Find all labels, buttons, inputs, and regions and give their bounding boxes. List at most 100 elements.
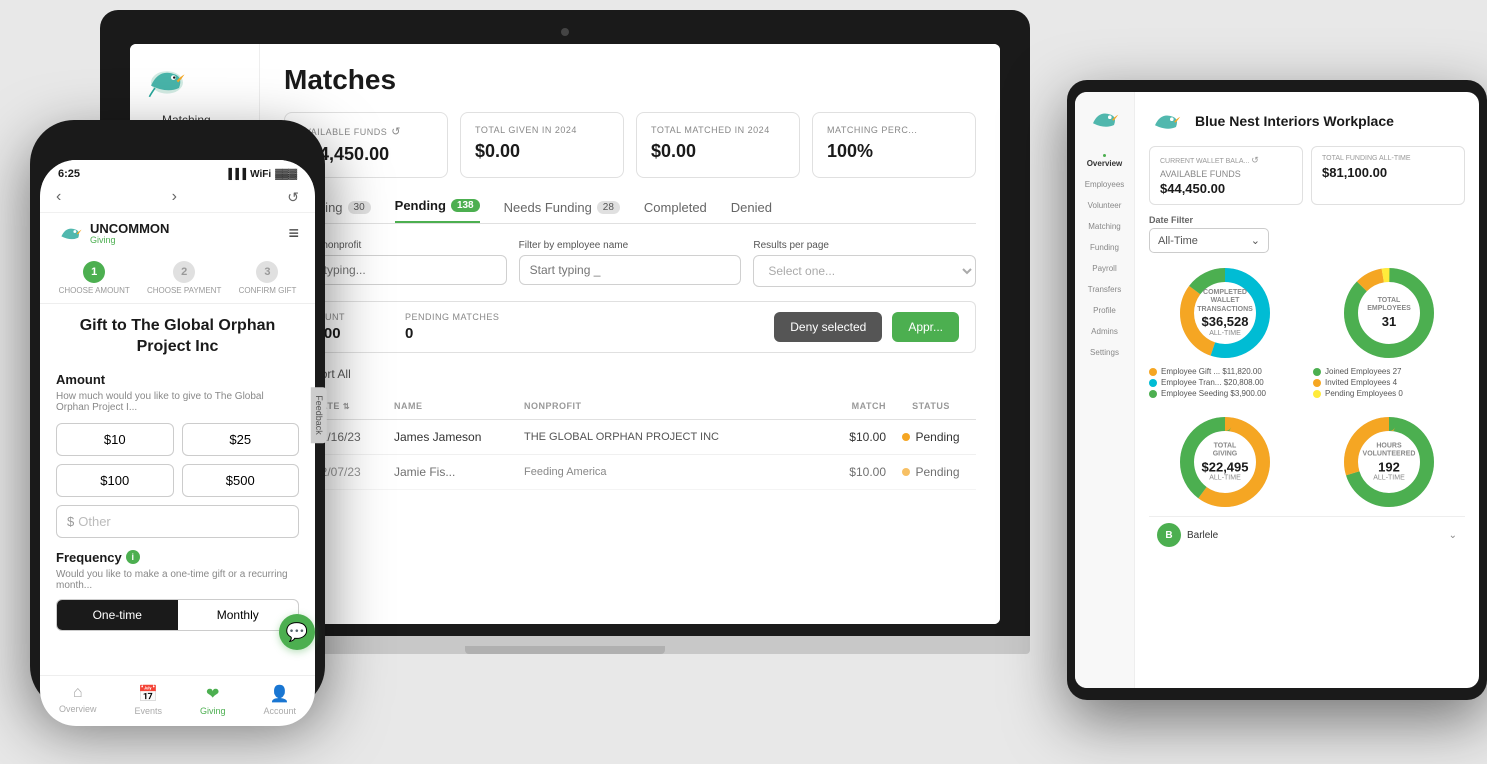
phone-nav-events[interactable]: 📅 Events [134, 684, 162, 716]
chat-bubble-button[interactable]: 💬 [279, 614, 315, 650]
frequency-help-text: Would you like to make a one-time gift o… [56, 569, 299, 591]
step-confirm-gift[interactable]: 3 CONFIRM GIFT [239, 261, 297, 295]
date-filter-select[interactable]: All-Time ⌄ [1149, 228, 1269, 253]
freq-one-time-button[interactable]: One-time [57, 600, 178, 630]
filter-results: Results per page Select one... [753, 240, 976, 287]
phone-nav-overview[interactable]: ⌂ Overview [59, 684, 97, 716]
tablet-nav-payroll[interactable]: Payroll [1075, 260, 1134, 277]
tablet-nav-profile[interactable]: Profile [1075, 302, 1134, 319]
phone-bottom-nav: ⌂ Overview 📅 Events ❤ Giving 👤 Account [40, 675, 315, 726]
tablet-stat-wallet: CURRENT WALLET BALA... ↺ AVAILABLE FUNDS… [1149, 146, 1303, 205]
info-icon: i [126, 550, 140, 564]
tablet-nav-matching[interactable]: Matching [1075, 218, 1134, 235]
back-nav-icon[interactable]: ‹ [56, 188, 61, 206]
tablet-sidebar: Overview Employees Volunteer Matching Fu… [1075, 92, 1135, 688]
refresh-icon[interactable]: ↺ [1251, 155, 1259, 165]
amount-25-button[interactable]: $25 [182, 423, 300, 456]
deny-selected-button[interactable]: Deny selected [774, 312, 882, 342]
battery-icon: ▓▓▓ [275, 169, 297, 180]
amount-other-input[interactable]: $ Other [56, 505, 299, 538]
tablet-stat-total-funding: TOTAL FUNDING ALL-TIME $81,100.00 [1311, 146, 1465, 205]
tab-needs-funding[interactable]: Needs Funding 28 [504, 200, 620, 223]
filters-row: Filter by nonprofit Filter by employee n… [284, 240, 976, 287]
app-logo: UNCOMMON Giving [56, 221, 169, 245]
giving-icon: ❤ [206, 684, 219, 704]
stat-matching-pct: MATCHING PERC... 100% [812, 112, 976, 178]
tab-denied[interactable]: Denied [731, 200, 772, 223]
tablet: Overview Employees Volunteer Matching Fu… [1067, 80, 1487, 700]
chevron-down-icon[interactable]: ⌄ [1449, 530, 1457, 541]
menu-icon[interactable]: ≡ [288, 223, 299, 244]
donut-center-wallet: COMPLETEDWALLETTRANSACTIONS $36,528 ALL-… [1197, 289, 1253, 337]
phone-top-bar: UNCOMMON Giving ≡ [40, 213, 315, 253]
phone-status-bar: 6:25 ▐▐▐ WiFi ▓▓▓ [40, 160, 315, 184]
user-name: Barlele [1187, 530, 1218, 541]
tablet-nav-funding[interactable]: Funding [1075, 239, 1134, 256]
donut-center-employees: TOTALEMPLOYEES 31 [1367, 297, 1411, 329]
app-logo-icon [1087, 104, 1123, 134]
tab-completed[interactable]: Completed [644, 200, 707, 223]
matches-table: DATE ⇅ NAME NONPROFIT MATCH STATUS 12/16… [284, 393, 976, 490]
stats-row: AVAILABLE FUNDS ↺ $44,450.00 TOTAL GIVEN… [284, 112, 976, 178]
donut-center-hours: HOURSVOLUNTEERED 192 ALL-TIME [1363, 442, 1416, 481]
donut-chart-employees: TOTALEMPLOYEES 31 [1339, 263, 1439, 363]
phone-nav-giving[interactable]: ❤ Giving [200, 684, 226, 716]
status-dot-icon [902, 433, 910, 441]
export-all-button[interactable]: ⬇ Export All [284, 367, 976, 381]
app-logo-icon [56, 221, 86, 245]
donut-chart-giving: TOTALGIVING $22,495 ALL-TIME [1175, 412, 1275, 512]
step-choose-amount[interactable]: 1 CHOOSE AMOUNT [59, 261, 130, 295]
user-icon: 👤 [270, 684, 290, 704]
table-row: 12/07/23 Jamie Fis... Feeding America $1… [284, 455, 976, 490]
laptop-main-content: Matches AVAILABLE FUNDS ↺ $44,450.00 T [260, 44, 1000, 624]
phone-nav: ‹ › ↺ [40, 184, 315, 213]
tab-pending[interactable]: Pending 138 [395, 198, 480, 223]
calendar-icon: 📅 [138, 684, 158, 704]
chart-legend-wallet: Employee Gift ... $11,820.00 Employee Tr… [1149, 367, 1301, 400]
gift-title: Gift to The Global Orphan Project Inc [56, 316, 299, 358]
phone: 6:25 ▐▐▐ WiFi ▓▓▓ ‹ › ↺ UNCOMMON [30, 120, 325, 710]
amount-buttons: $10 $25 $100 $500 [56, 423, 299, 497]
chart-legend-employees: Joined Employees 27 Invited Employees 4 … [1313, 367, 1465, 400]
amount-100-button[interactable]: $100 [56, 464, 174, 497]
home-icon: ⌂ [73, 684, 83, 702]
tablet-nav-volunteer[interactable]: Volunteer [1075, 197, 1134, 214]
tablet-nav-overview[interactable]: Overview [1075, 150, 1134, 172]
results-per-page-select[interactable]: Select one... [753, 255, 976, 287]
phone-screen: 6:25 ▐▐▐ WiFi ▓▓▓ ‹ › ↺ UNCOMMON [40, 160, 315, 726]
forward-nav-icon[interactable]: › [172, 188, 177, 206]
summary-bar: AMOUNT $0.00 PENDING MATCHES 0 Deny sele… [284, 301, 976, 353]
frequency-section-title: Frequency i [56, 550, 299, 565]
donut-center-giving: TOTALGIVING $22,495 ALL-TIME [1202, 442, 1249, 481]
tablet-bottom-user: B Barlele ⌄ [1149, 516, 1465, 553]
charts-grid: COMPLETEDWALLETTRANSACTIONS $36,528 ALL-… [1149, 263, 1465, 512]
refresh-nav-icon[interactable]: ↺ [287, 189, 299, 206]
feedback-tab[interactable]: Feedback [311, 387, 327, 443]
tablet-nav-transfers[interactable]: Transfers [1075, 281, 1134, 298]
amount-10-button[interactable]: $10 [56, 423, 174, 456]
tablet-screen: Overview Employees Volunteer Matching Fu… [1075, 92, 1479, 688]
frequency-toggle: One-time Monthly [56, 599, 299, 631]
filter-employee: Filter by employee name [519, 240, 742, 287]
company-header: Blue Nest Interiors Workplace [1149, 106, 1465, 136]
approve-button[interactable]: Appr... [892, 312, 959, 342]
employee-search-input[interactable] [519, 255, 742, 285]
tablet-nav-admins[interactable]: Admins [1075, 323, 1134, 340]
chart-wallet-transactions: COMPLETEDWALLETTRANSACTIONS $36,528 ALL-… [1149, 263, 1301, 400]
tablet-stats-row: CURRENT WALLET BALA... ↺ AVAILABLE FUNDS… [1149, 146, 1465, 205]
chevron-down-icon: ⌄ [1251, 234, 1260, 247]
tablet-nav-employees[interactable]: Employees [1075, 176, 1134, 193]
signal-icon: ▐▐▐ [225, 169, 246, 180]
donut-chart-hours: HOURSVOLUNTEERED 192 ALL-TIME [1339, 412, 1439, 512]
wifi-icon: WiFi [250, 169, 271, 180]
app-logo-icon [142, 60, 192, 100]
refresh-icon[interactable]: ↺ [391, 125, 401, 138]
tablet-nav-settings[interactable]: Settings [1075, 344, 1134, 361]
tablet-main: Blue Nest Interiors Workplace CURRENT WA… [1135, 92, 1479, 688]
amount-500-button[interactable]: $500 [182, 464, 300, 497]
step-choose-payment[interactable]: 2 CHOOSE PAYMENT [147, 261, 221, 295]
phone-steps: 1 CHOOSE AMOUNT 2 CHOOSE PAYMENT 3 CONFI… [40, 253, 315, 304]
donut-chart-wallet: COMPLETEDWALLETTRANSACTIONS $36,528 ALL-… [1175, 263, 1275, 363]
summary-pending: PENDING MATCHES 0 [405, 312, 499, 342]
phone-nav-account[interactable]: 👤 Account [263, 684, 296, 716]
